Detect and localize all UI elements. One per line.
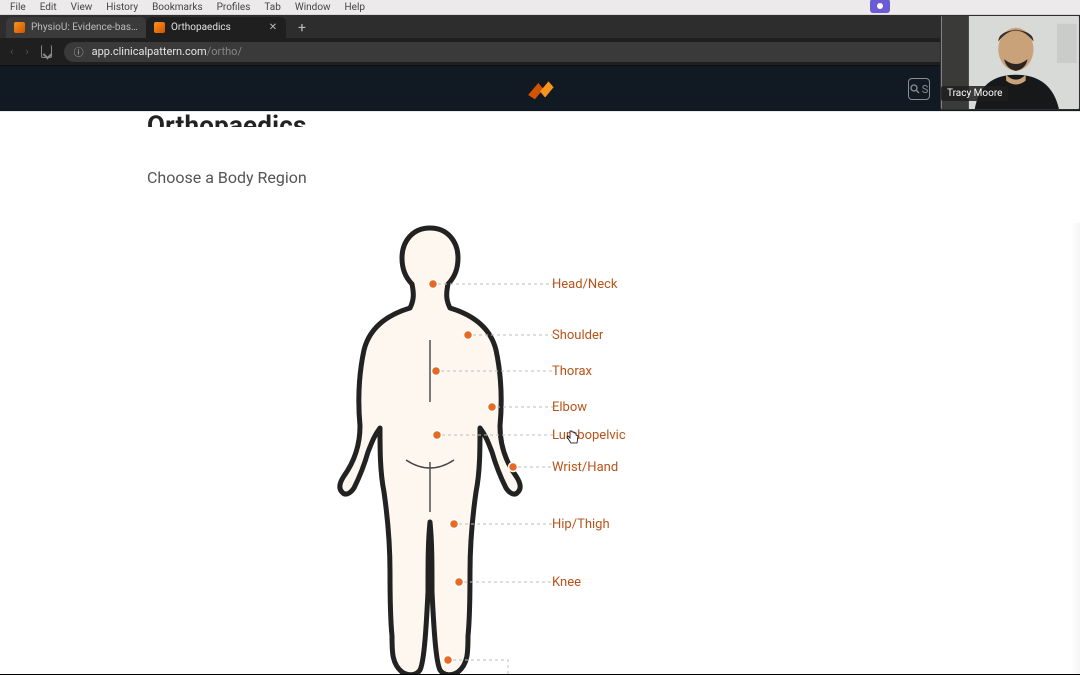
hotspot-elbow[interactable] [488,403,497,412]
page-title: Orthopaedics [147,113,307,127]
body-outline [340,228,520,675]
region-label-knee[interactable]: Knee [552,575,581,590]
physiou-logo-icon[interactable] [523,75,557,103]
browser-tabstrip: PhysioU: Evidence-based Physica Orthopae… [0,15,1080,38]
scroll-shadow [1070,223,1080,675]
region-label-lumbopelvic[interactable]: Lumbopelvic [552,428,626,443]
app-header: S [0,66,1080,111]
favicon-icon [154,22,165,33]
region-label-head-neck[interactable]: Head/Neck [552,277,618,292]
forward-icon: › [25,45,28,58]
search-label: S [922,83,929,96]
hotspot-shoulder[interactable] [464,331,473,340]
os-menu-item[interactable]: Profiles [217,2,251,13]
browser-tab-physiou[interactable]: PhysioU: Evidence-based Physica [6,17,146,38]
url-text: app.clinicalpattern.com/ortho/ [92,45,242,58]
hotspot-wrist-hand[interactable] [509,463,518,472]
address-bar[interactable]: ⓘ app.clinicalpattern.com/ortho/ [64,42,1000,62]
os-menu-item[interactable]: Window [295,2,331,13]
browser-tab-orthopaedics[interactable]: Orthopaedics ✕ [146,17,286,38]
hotspot-head-neck[interactable] [429,280,438,289]
region-label-list: Head/Neck Shoulder Thorax Elbow Lumbopelvic W… [552,222,752,675]
bookmark-icon[interactable] [41,45,52,58]
page-content: Orthopaedics Choose a Body Region Head/N… [0,111,1080,675]
os-menu-item[interactable]: View [71,2,93,13]
participant-name-label: Tracy Moore [941,86,1008,101]
os-menu-item[interactable]: History [106,2,138,13]
hotspot-hip-thigh[interactable] [450,520,459,529]
search-button[interactable]: S [908,78,930,100]
search-icon [910,84,920,94]
browser-toolbar: ‹ › ⓘ app.clinicalpattern.com/ortho/ ⊕ ⇪… [0,38,1080,66]
region-label-hip-thigh[interactable]: Hip/Thigh [552,517,610,532]
leader-line [453,660,553,675]
hotspot-lumbopelvic[interactable] [433,431,442,440]
body-region-diagram [320,222,540,675]
favicon-icon [14,22,25,33]
site-settings-icon[interactable]: ⓘ [74,44,84,59]
tab-title: Orthopaedics [171,22,262,33]
hotspot-thorax[interactable] [432,367,441,376]
hotspot-knee[interactable] [455,578,464,587]
os-menu-item[interactable]: Edit [40,2,57,13]
region-label-wrist-hand[interactable]: Wrist/Hand [552,460,618,475]
os-menu-item[interactable]: Bookmarks [152,2,203,13]
hotspot-ankle-foot[interactable] [444,656,453,665]
screen-record-indicator[interactable] [870,0,890,13]
os-menu-bar: File Edit View History Bookmarks Profile… [0,0,1080,15]
tab-title: PhysioU: Evidence-based Physica [31,22,138,33]
os-menu-item[interactable]: Tab [264,2,280,13]
os-menu-item[interactable]: Help [345,2,365,13]
region-label-shoulder[interactable]: Shoulder [552,328,603,343]
close-tab-icon[interactable]: ✕ [268,23,278,33]
region-label-elbow[interactable]: Elbow [552,400,587,415]
back-icon[interactable]: ‹ [10,45,13,58]
region-label-thorax[interactable]: Thorax [552,364,592,379]
new-tab-button[interactable]: + [292,18,312,38]
participant-video-thumbnail[interactable]: Tracy Moore [940,15,1080,110]
os-menu-item[interactable]: File [10,2,26,13]
page-subtitle: Choose a Body Region [147,168,307,187]
